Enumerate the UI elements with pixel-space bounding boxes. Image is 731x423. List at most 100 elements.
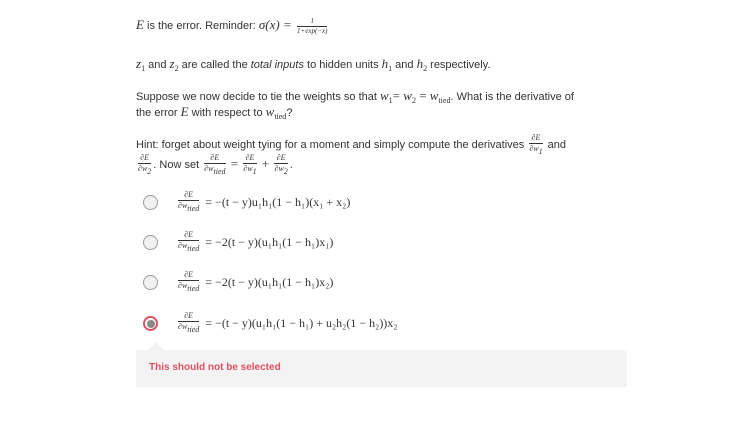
- frac-num: ∂E: [204, 154, 226, 164]
- dE-dwtied-fraction: ∂E ∂wtied: [178, 191, 200, 213]
- frac-den-w: ∂w: [204, 164, 214, 173]
- frac-num: ∂E: [178, 271, 200, 281]
- hint-period: .: [289, 158, 293, 171]
- hint-and: and: [544, 138, 567, 151]
- and-text: and: [145, 59, 170, 71]
- eq-1: =: [392, 88, 404, 103]
- frac-num: ∂E: [138, 154, 152, 164]
- option-formula: = −(t − y)(u₁h₁(1 − h₁) + u₂h₂(1 − h₂))x…: [205, 315, 398, 330]
- hint-eq: =: [227, 155, 242, 171]
- sigma-denominator: 1+exp(−x): [297, 26, 328, 35]
- frac-den-sub: tied: [187, 244, 200, 253]
- question-text-3: the error: [136, 107, 181, 119]
- frac-den-sub: 2: [147, 167, 152, 176]
- dE-dwtied-fraction: ∂E ∂wtied: [178, 231, 200, 253]
- frac-den: ∂w1: [529, 144, 542, 156]
- hidden-units-text: to hidden units: [303, 59, 382, 71]
- frac-den: ∂wtied: [204, 164, 225, 176]
- answer-option-2[interactable]: ∂E ∂wtied = −2(t − y)(u₁h₁(1 − h₁)x₁): [143, 231, 333, 253]
- w2-symbol: w: [403, 88, 412, 103]
- question-line-2: the error E with respect to wtied?: [136, 104, 292, 121]
- answer-option-1[interactable]: ∂E ∂wtied = −(t − y)u₁h₁(1 − h₁)(x₁ + x₂): [143, 191, 350, 213]
- dE-dw2-fraction: ∂E ∂w2: [138, 154, 152, 176]
- dE-dw2-fraction-2: ∂E ∂w2: [274, 154, 288, 176]
- feedback-box: This should not be selected: [136, 342, 627, 387]
- and-text-2: and: [392, 59, 417, 71]
- frac-den-sub: tied: [187, 204, 200, 213]
- hint-line-1: Hint: forget about weight tying for a mo…: [136, 134, 566, 156]
- option-formula: = −2(t − y)(u₁h₁(1 − h₁)x₂): [205, 274, 334, 289]
- intro-text: is the error. Reminder:: [143, 20, 259, 32]
- hint-line-2: ∂E ∂w2. Now set ∂E ∂wtied = ∂E ∂w1 + ∂E ∂w2.: [136, 154, 293, 176]
- frac-den-sub: tied: [187, 325, 200, 334]
- frac-den: ∂w2: [274, 164, 287, 176]
- question-text-4: with respect to: [188, 107, 266, 119]
- frac-den: ∂wtied: [178, 322, 199, 334]
- frac-den-w: ∂w: [178, 201, 188, 210]
- wtied-sub-2: tied: [274, 112, 287, 121]
- frac-den-w: ∂w: [243, 164, 253, 173]
- answer-option-3[interactable]: ∂E ∂wtied = −2(t − y)(u₁h₁(1 − h₁)x₂): [143, 271, 333, 293]
- feedback-message: This should not be selected: [149, 362, 281, 373]
- frac-num: ∂E: [178, 231, 200, 241]
- frac-num: ∂E: [178, 312, 200, 322]
- frac-num: ∂E: [243, 154, 257, 164]
- intro-line: E is the error. Reminder: σ(x) = 1 1+exp(…: [136, 17, 329, 35]
- hint-text: Hint: forget about weight tying for a mo…: [136, 138, 528, 151]
- dE-dw1-fraction-2: ∂E ∂w1: [243, 154, 257, 176]
- respectively-text: respectively.: [427, 59, 491, 71]
- frac-num: ∂E: [178, 191, 200, 201]
- frac-num: ∂E: [274, 154, 288, 164]
- question-mark: ?: [286, 107, 293, 119]
- dE-dw1-fraction: ∂E ∂w1: [529, 134, 543, 156]
- frac-den: ∂w1: [243, 164, 256, 176]
- option-expression: ∂E ∂wtied = −(t − y)u₁h₁(1 − h₁)(x₁ + x₂): [176, 191, 350, 213]
- option-expression: ∂E ∂wtied = −2(t − y)(u₁h₁(1 − h₁)x₁): [176, 231, 333, 253]
- frac-num: ∂E: [529, 134, 543, 144]
- radio-button[interactable]: [143, 194, 158, 210]
- option-expression: ∂E ∂wtied = −2(t − y)(u₁h₁(1 − h₁)x₂): [176, 271, 333, 293]
- dE-dwtied-fraction: ∂E ∂wtied: [178, 271, 200, 293]
- frac-den-sub: 1: [538, 147, 543, 156]
- frac-den-sub: 1: [252, 167, 257, 176]
- radio-button[interactable]: [143, 274, 158, 290]
- hint-now-set: . Now set: [153, 158, 203, 171]
- answer-option-4[interactable]: ∂E ∂wtied = −(t − y)(u₁h₁(1 − h₁) + u₂h₂(…: [143, 312, 398, 334]
- question-text-2: . What is the derivative of: [450, 91, 574, 103]
- radio-button[interactable]: [143, 234, 158, 250]
- sigma-numerator: 1: [297, 17, 328, 27]
- frac-den: ∂w2: [138, 164, 151, 176]
- wtied-symbol-2: w: [265, 104, 275, 119]
- sigma-fraction: 1 1+exp(−x): [297, 17, 328, 35]
- frac-den-w: ∂w: [274, 164, 284, 173]
- frac-den-sub: 2: [283, 167, 288, 176]
- frac-den-w: ∂w: [529, 144, 539, 153]
- option-formula: = −(t − y)u₁h₁(1 − h₁)(x₁ + x₂): [205, 194, 351, 209]
- frac-den-sub: tied: [213, 167, 226, 176]
- radio-button-selected[interactable]: [143, 315, 158, 331]
- question-line-1: Suppose we now decide to tie the weights…: [136, 88, 574, 105]
- hint-plus: +: [258, 155, 273, 171]
- wtied-sub: tied: [438, 96, 451, 105]
- dE-dwtied-fraction: ∂E ∂wtied: [204, 154, 226, 176]
- option-expression: ∂E ∂wtied = −(t − y)(u₁h₁(1 − h₁) + u₂h₂(…: [176, 312, 398, 334]
- frac-den-w: ∂w: [138, 164, 148, 173]
- frac-den-sub: tied: [187, 284, 200, 293]
- frac-den: ∂wtied: [178, 281, 199, 293]
- frac-den: ∂wtied: [178, 241, 199, 253]
- option-formula: = −2(t − y)(u₁h₁(1 − h₁)x₁): [205, 234, 334, 249]
- frac-den-w: ∂w: [178, 322, 188, 331]
- frac-den: ∂wtied: [178, 201, 199, 213]
- dE-dwtied-fraction: ∂E ∂wtied: [178, 312, 200, 334]
- frac-den-w: ∂w: [178, 241, 188, 250]
- frac-den-w: ∂w: [178, 281, 188, 290]
- total-inputs-emphasis: total inputs: [250, 59, 304, 71]
- total-inputs-line: z1 and z2 are called the total inputs to…: [136, 56, 490, 73]
- error-symbol: E: [136, 17, 144, 32]
- question-text: Suppose we now decide to tie the weights…: [136, 91, 380, 103]
- error-symbol-2: E: [180, 104, 189, 119]
- sigma-def: σ(x) =: [258, 17, 296, 32]
- called-text: are called the: [178, 59, 251, 71]
- w1-symbol: w: [380, 88, 389, 103]
- eq-2: =: [415, 88, 430, 103]
